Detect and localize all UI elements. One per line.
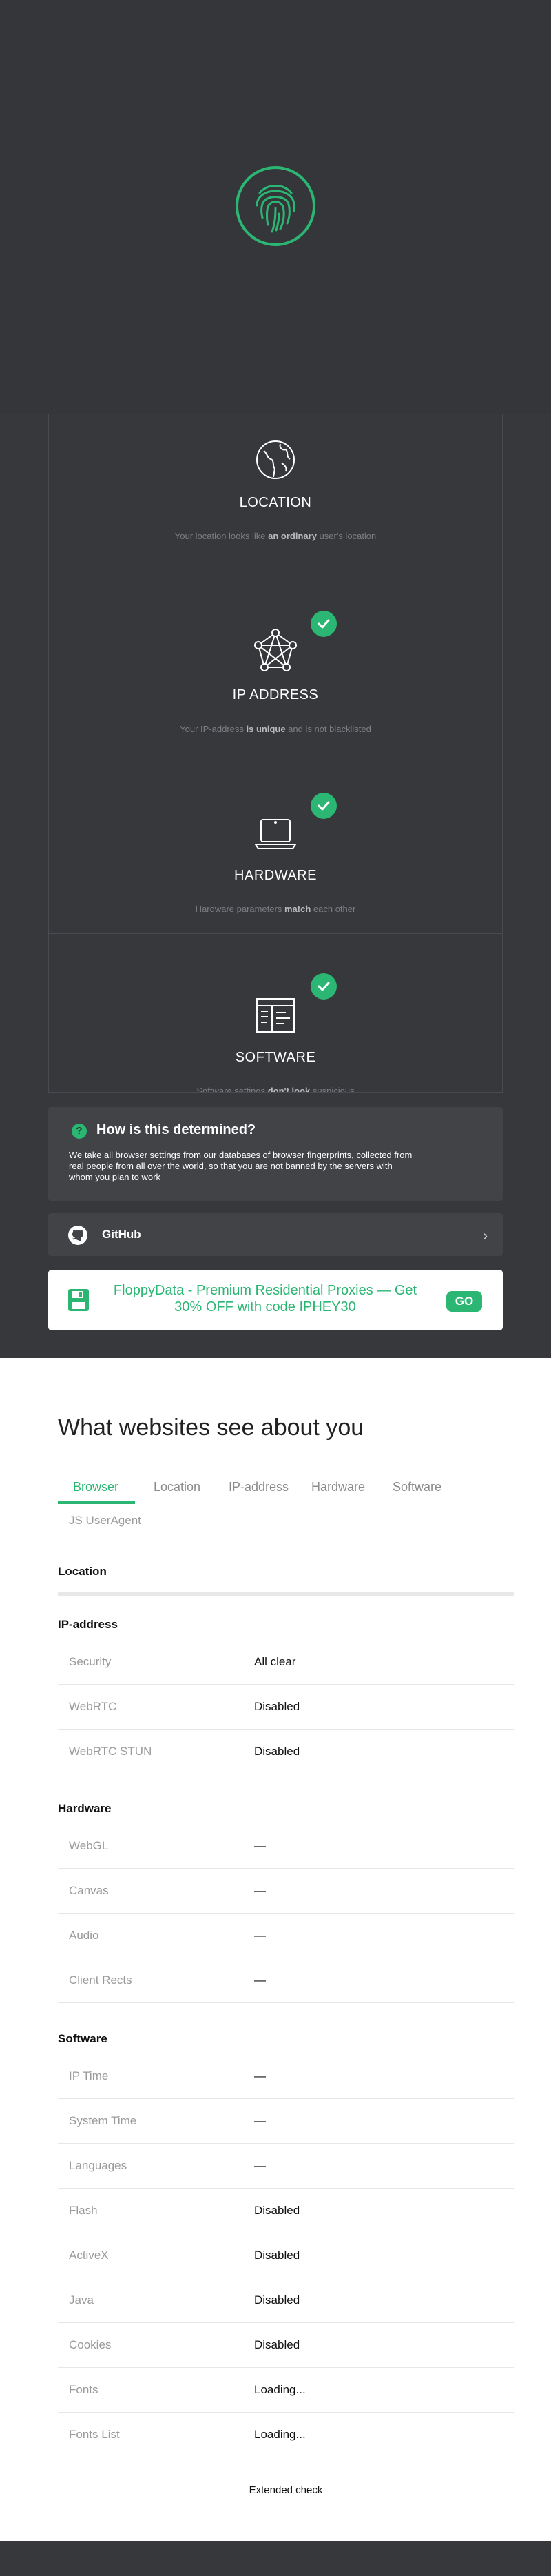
row-key: Security	[69, 1655, 112, 1668]
check-title: IP ADDRESS	[232, 687, 319, 702]
row-value: —	[254, 2069, 266, 2082]
active-tab-indicator	[58, 1501, 135, 1504]
location-heading: Location	[58, 1565, 107, 1578]
row-value: Disabled	[254, 2293, 300, 2306]
table-row: Audio —	[58, 1914, 514, 1958]
network-icon	[251, 627, 300, 676]
check-title: LOCATION	[239, 495, 312, 510]
table-row: Fonts Loading...	[58, 2368, 514, 2413]
proxy-ad-banner[interactable]: FloppyData - Premium Residential Proxies…	[48, 1270, 503, 1330]
how-determined-box: ? How is this determined? We take all br…	[48, 1107, 503, 1201]
row-value: —	[254, 1974, 266, 1987]
how-title: How is this determined?	[96, 1122, 256, 1137]
table-row: IP Time —	[58, 2054, 514, 2099]
js-useragent-label: JS UserAgent	[69, 1514, 141, 1527]
row-key: Languages	[69, 2159, 127, 2172]
table-row: Languages —	[58, 2144, 514, 2189]
go-button[interactable]: GO	[446, 1291, 482, 1312]
tab-ip-address[interactable]: IP-address	[229, 1480, 289, 1494]
row-key: Fonts List	[69, 2428, 120, 2441]
table-row: WebGL —	[58, 1824, 514, 1869]
table-row: Client Rects —	[58, 1958, 514, 2003]
chevron-right-icon: ›	[483, 1228, 488, 1244]
table-row: Cookies Disabled	[58, 2323, 514, 2368]
row-value: Loading...	[254, 2428, 306, 2441]
ad-text: FloppyData - Premium Residential Proxies…	[113, 1283, 417, 1315]
row-value: —	[254, 1839, 266, 1852]
check-card-location: LOCATION Your location looks like an ordi…	[49, 414, 502, 571]
github-label: GitHub	[102, 1228, 141, 1241]
check-description: Your location looks like an ordinary use…	[174, 531, 377, 541]
row-key: Flash	[69, 2204, 98, 2217]
row-key: System Time	[69, 2114, 137, 2127]
tab-hardware[interactable]: Hardware	[311, 1480, 365, 1494]
row-value: Disabled	[254, 2338, 300, 2351]
row-value: —	[254, 1929, 266, 1942]
row-value: Disabled	[254, 2204, 300, 2217]
table-row: WebRTC Disabled	[58, 1685, 514, 1730]
how-text: We take all browser settings from our da…	[69, 1150, 413, 1182]
check-card-software: SOFTWARE Software settings don't look sus…	[49, 934, 502, 1093]
table-row: WebRTC STUN Disabled	[58, 1730, 514, 1774]
github-icon	[68, 1226, 87, 1245]
table-row: Fonts List Loading...	[58, 2413, 514, 2457]
ip-heading: IP-address	[58, 1618, 118, 1631]
row-key: Audio	[69, 1929, 99, 1942]
check-title: SOFTWARE	[235, 1050, 316, 1065]
divider	[58, 1592, 514, 1596]
row-value: —	[254, 2114, 266, 2127]
row-key: Canvas	[69, 1884, 109, 1897]
row-value: —	[254, 1884, 266, 1897]
report-tabs: Browser Location IP-address Hardware Sof…	[58, 1473, 514, 1504]
table-row: Java Disabled	[58, 2278, 514, 2323]
floppy-disk-icon	[68, 1289, 89, 1311]
row-key: Cookies	[69, 2338, 112, 2351]
row-value: —	[254, 2159, 266, 2172]
check-icon	[311, 973, 337, 1000]
row-key: WebRTC STUN	[69, 1745, 152, 1758]
check-description: Hardware parameters match each other	[195, 904, 356, 914]
table-row: Canvas —	[58, 1869, 514, 1914]
question-icon: ?	[72, 1124, 87, 1139]
row-key: Client Rects	[69, 1974, 132, 1987]
tab-software[interactable]: Software	[393, 1480, 441, 1494]
row-value: Loading...	[254, 2383, 306, 2396]
row-value: Disabled	[254, 2249, 300, 2262]
report-section: What websites see about you Browser Loca…	[0, 1358, 551, 2541]
row-value: Disabled	[254, 1700, 300, 1713]
report-title: What websites see about you	[58, 1414, 364, 1441]
extended-check-link[interactable]: Extended check	[58, 2484, 514, 2496]
row-key: WebRTC	[69, 1700, 117, 1713]
checks-panel: LOCATION Your location looks like an ordi…	[48, 414, 503, 1093]
row-key: WebGL	[69, 1839, 109, 1852]
table-row: ActiveX Disabled	[58, 2233, 514, 2278]
table-row: Flash Disabled	[58, 2189, 514, 2233]
hardware-heading: Hardware	[58, 1802, 112, 1815]
check-card-ip-address: IP ADDRESS Your IP-address is unique and …	[49, 571, 502, 753]
github-link[interactable]: GitHub ›	[48, 1213, 503, 1256]
check-description: Software settings don't look suspicious	[196, 1086, 355, 1093]
tab-browser[interactable]: Browser	[73, 1480, 118, 1494]
hero-section	[0, 0, 551, 414]
row-value: Disabled	[254, 1745, 300, 1758]
row-key: Java	[69, 2293, 94, 2306]
check-title: HARDWARE	[234, 868, 317, 883]
check-card-hardware: HARDWARE Hardware parameters match each o…	[49, 753, 502, 934]
tab-location[interactable]: Location	[154, 1480, 200, 1494]
row-value: All clear	[254, 1655, 296, 1668]
row-key: Fonts	[69, 2383, 98, 2396]
check-icon	[311, 793, 337, 819]
software-window-icon	[251, 992, 300, 1040]
row-key: IP Time	[69, 2069, 109, 2082]
check-description: Your IP-address is unique and is not bla…	[180, 724, 371, 734]
check-icon	[311, 611, 337, 637]
software-heading: Software	[58, 2032, 107, 2045]
fingerprint-icon	[236, 166, 315, 246]
globe-icon	[251, 436, 300, 484]
laptop-icon	[251, 810, 300, 858]
row-key: ActiveX	[69, 2249, 109, 2262]
table-row: Security All clear	[58, 1640, 514, 1685]
table-row: System Time —	[58, 2099, 514, 2144]
